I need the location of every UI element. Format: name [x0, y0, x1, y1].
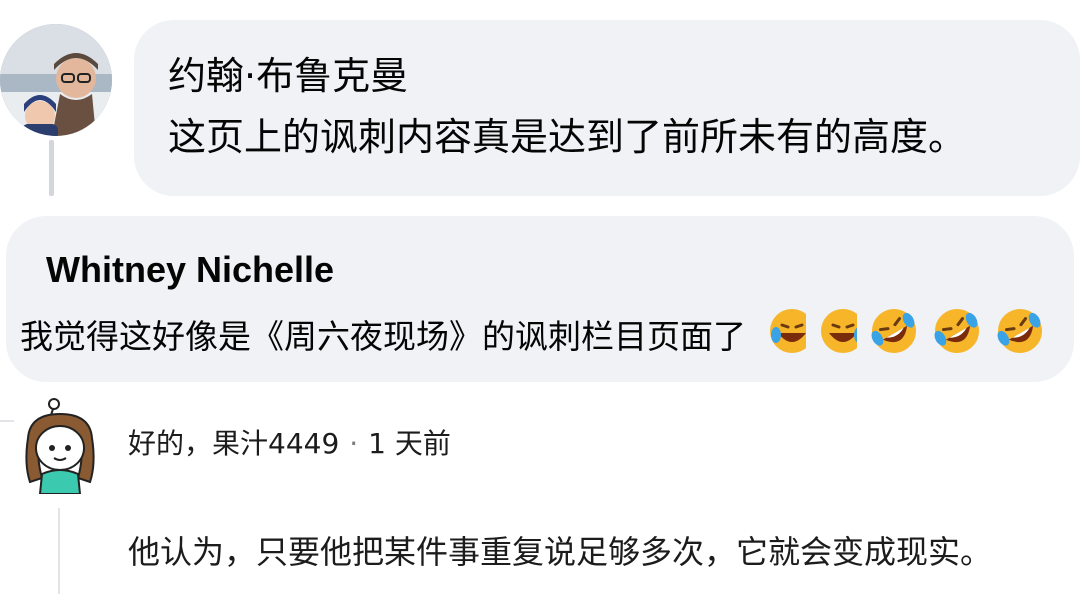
thread-connector-line: [49, 140, 54, 196]
comment-author[interactable]: 好的，果汁4449: [128, 427, 339, 460]
thread-connector-line: [0, 420, 14, 422]
comment-author[interactable]: Whitney Nichelle: [46, 248, 334, 292]
rolling-on-floor-laughing-icon: [817, 305, 858, 357]
emoji-row: [766, 305, 1052, 365]
comment-meta: 好的，果汁4449 · 1 天前: [128, 424, 451, 464]
comment-text: 这页上的讽刺内容真是达到了前所未有的高度。: [168, 115, 967, 159]
rolling-on-floor-laughing-icon: [994, 305, 1046, 357]
rolling-on-floor-laughing-icon: [766, 305, 806, 357]
avatar[interactable]: [14, 394, 110, 495]
avatar-photo-icon: [0, 24, 112, 136]
comment-text: 他认为，只要他把某件事重复说足够多次，它就会变成现实。: [128, 533, 993, 571]
comment-text: 我觉得这好像是《周六夜现场》的讽刺栏目页面了: [20, 317, 746, 356]
thread-collapse-line[interactable]: [58, 508, 60, 594]
avatar[interactable]: [0, 24, 112, 136]
comment-timestamp[interactable]: 1 天前: [368, 427, 451, 460]
rolling-on-floor-laughing-icon: [868, 305, 920, 357]
snoo-avatar-icon: [25, 398, 95, 495]
comment-bubble: [134, 20, 1080, 196]
separator-dot: ·: [349, 427, 359, 460]
rolling-on-floor-laughing-icon: [931, 305, 983, 357]
comment-author[interactable]: 约翰·布鲁克曼: [168, 52, 408, 100]
